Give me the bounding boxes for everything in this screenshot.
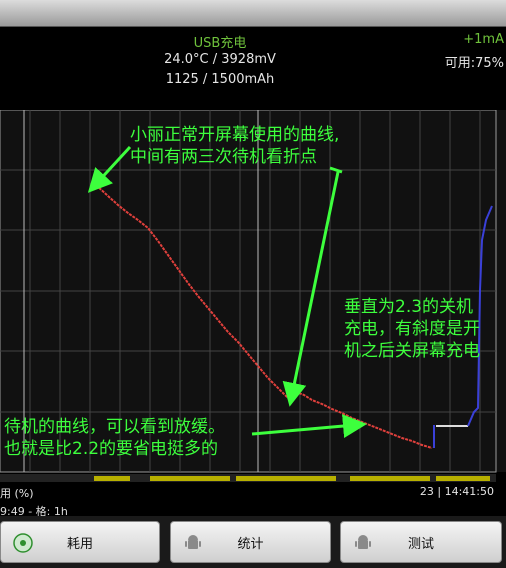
battery-graph: 小丽正常开屏幕使用的曲线, 中间有两三次待机看折点 垂直为2.3的关机 充电，有…	[0, 109, 506, 485]
disc-icon	[13, 533, 33, 553]
usage-button[interactable]: 耗用	[0, 521, 160, 563]
bottom-button-bar: 耗用 统计 测试	[0, 516, 506, 568]
android-icon	[185, 535, 201, 549]
graph-legend-row: 用 (%) 23 | 14:41:50	[0, 485, 506, 500]
battery-graph-svg: 小丽正常开屏幕使用的曲线, 中间有两三次待机看折点 垂直为2.3的关机 充电，有…	[0, 109, 506, 482]
annotation-right-line3: 机之后关屏幕充电	[344, 341, 480, 361]
charge-source: USB充电	[193, 36, 247, 51]
annotation-right-line2: 充电，有斜度是开	[344, 319, 480, 339]
annotation-bottom-line1: 待机的曲线，可以看到放缓。	[4, 417, 225, 437]
android-icon	[355, 535, 371, 549]
title-bar	[0, 0, 506, 27]
available-percent: 可用:75%	[444, 56, 504, 71]
annotation-bottom-line2: 也就是比2.2的要省电挺多的	[4, 439, 218, 459]
stats-button-label: 统计	[237, 536, 264, 552]
annotation-top-line1: 小丽正常开屏幕使用的曲线,	[130, 124, 339, 145]
battery-status-panel: USB充电 24.0°C / 3928mV 1125 / 1500mAh +1m…	[0, 26, 506, 110]
test-button-label: 测试	[407, 536, 434, 552]
stats-button[interactable]: 统计	[170, 521, 331, 563]
usage-button-label: 耗用	[66, 536, 93, 552]
temperature-voltage: 24.0°C / 3928mV	[164, 52, 276, 67]
graph-timestamp: 23 | 14:41:50	[419, 485, 494, 498]
graph-legend-label: 用 (%)	[0, 487, 34, 500]
capacity-readout: 1125 / 1500mAh	[165, 72, 275, 87]
annotation-right-line1: 垂直为2.3的关机	[344, 297, 473, 317]
annotation-top-line2: 中间有两三次待机看折点	[130, 147, 317, 167]
current-readout: +1mA	[463, 32, 504, 47]
test-button[interactable]: 测试	[340, 521, 502, 563]
